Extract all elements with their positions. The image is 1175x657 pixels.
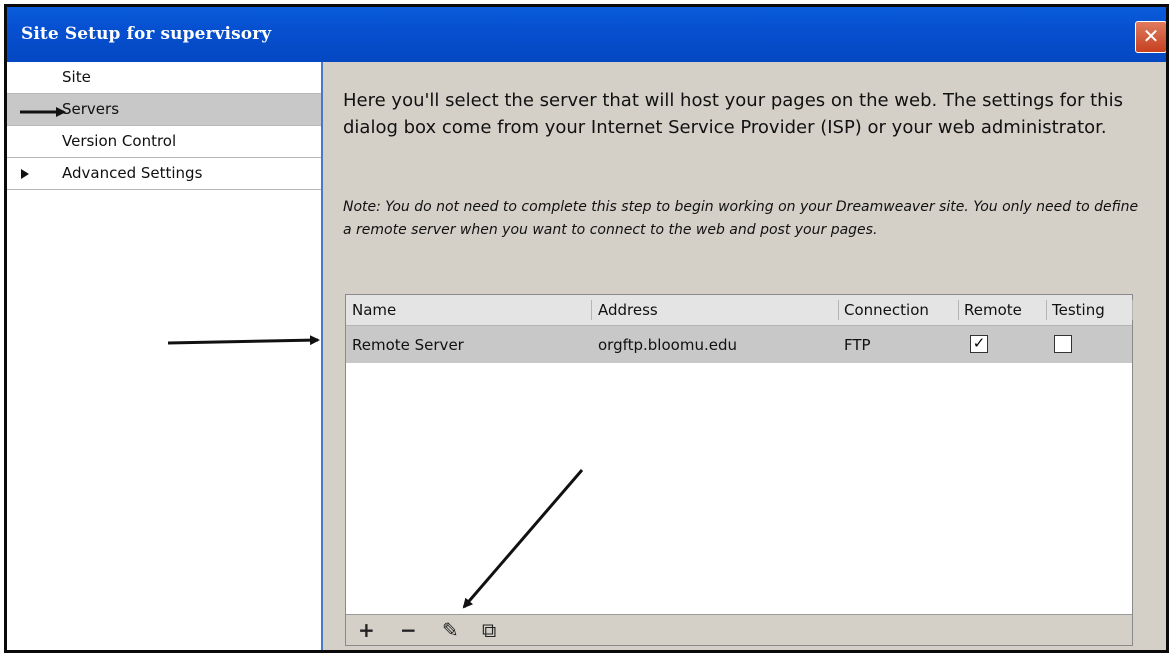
column-divider[interactable] (1132, 300, 1133, 320)
column-header-name[interactable]: Name (352, 301, 396, 319)
sidebar-item-label: Servers (62, 100, 120, 118)
server-connection-cell: FTP (844, 336, 871, 354)
server-name-cell: Remote Server (352, 336, 464, 354)
note-text: Note: You do not need to complete this s… (343, 199, 1139, 238)
column-header-address[interactable]: Address (598, 301, 658, 319)
testing-checkbox[interactable] (1054, 335, 1072, 353)
column-header-remote[interactable]: Remote (964, 301, 1022, 319)
sidebar-item-site[interactable]: Site (7, 62, 321, 94)
table-row[interactable]: Remote Server orgftp.bloomu.edu FTP ✓ (346, 326, 1132, 363)
sidebar-item-label: Version Control (62, 132, 177, 150)
category-sidebar: Site Servers Version Control Advanced Se… (7, 62, 323, 650)
sidebar-item-version-control[interactable]: Version Control (7, 126, 321, 158)
sidebar-item-advanced-settings[interactable]: Advanced Settings (7, 158, 321, 190)
table-header: Name Address Connection Remote Testing (346, 295, 1133, 326)
column-header-connection[interactable]: Connection (844, 301, 929, 319)
site-setup-dialog: Site Setup for supervisory ✕ Site Server… (4, 4, 1169, 653)
column-header-testing[interactable]: Testing (1052, 301, 1105, 319)
sidebar-item-label: Advanced Settings (62, 164, 203, 182)
sidebar-item-label: Site (62, 68, 91, 86)
duplicate-server-button[interactable]: ⧉ (482, 618, 496, 642)
remove-server-button[interactable]: − (400, 618, 417, 642)
close-button[interactable]: ✕ (1135, 21, 1166, 53)
dialog-title: Site Setup for supervisory (21, 24, 272, 44)
sidebar-item-servers[interactable]: Servers (7, 94, 321, 126)
title-bar: Site Setup for supervisory ✕ (7, 7, 1166, 62)
column-divider[interactable] (1046, 300, 1047, 320)
server-address-cell: orgftp.bloomu.edu (598, 336, 737, 354)
add-server-button[interactable]: + (358, 618, 375, 642)
server-toolbar: + − ✎ ⧉ (346, 614, 1132, 645)
expand-triangle-icon[interactable] (21, 169, 29, 179)
intro-text: Here you'll select the server that will … (343, 90, 1123, 138)
column-divider[interactable] (958, 300, 959, 320)
servers-table: Name Address Connection Remote Testing R… (345, 294, 1133, 646)
column-divider[interactable] (838, 300, 839, 320)
remote-checkbox[interactable]: ✓ (970, 335, 988, 353)
column-divider[interactable] (591, 300, 592, 320)
checkmark-icon: ✓ (972, 334, 986, 352)
close-icon: ✕ (1142, 24, 1160, 48)
edit-server-button[interactable]: ✎ (442, 618, 459, 642)
servers-panel: Here you'll select the server that will … (323, 62, 1166, 650)
